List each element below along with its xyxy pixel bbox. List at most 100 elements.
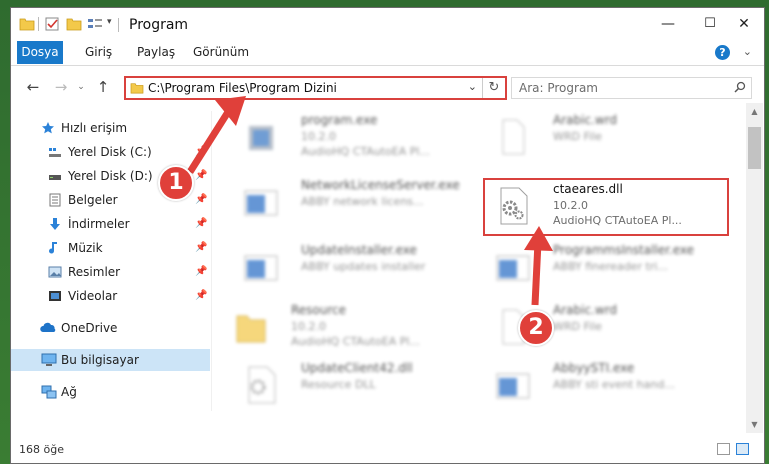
- pane-divider[interactable]: [211, 111, 212, 411]
- tab-giris[interactable]: Giriş: [77, 41, 120, 64]
- file-icon: [502, 119, 525, 155]
- collapse-ribbon-icon[interactable]: ⌄: [743, 45, 752, 58]
- sidebar-item-downloads[interactable]: İndirmeler 📌: [11, 213, 210, 235]
- pin-icon[interactable]: 📌: [195, 165, 207, 187]
- folder-icon: [19, 18, 35, 31]
- pin-icon[interactable]: 📌: [195, 261, 207, 283]
- sidebar-item-onedrive[interactable]: OneDrive: [11, 317, 210, 339]
- help-button[interactable]: ?: [715, 45, 730, 60]
- sidebar-item-pictures[interactable]: Resimler 📌: [11, 261, 210, 283]
- sidebar-item-disk-c[interactable]: Yerel Disk (C:) 📌: [11, 141, 210, 163]
- sidebar-item-label: İndirmeler: [68, 217, 130, 231]
- file-name: Arabic.wrd: [553, 113, 618, 127]
- scroll-up-icon[interactable]: ▲: [746, 103, 763, 120]
- file-name: NetworkLicenseServer.exe: [301, 178, 460, 192]
- file-description: ABBY finereader tri...: [553, 260, 668, 273]
- file-description: ABBY network licens...: [301, 195, 424, 208]
- sidebar-item-videos[interactable]: Videolar 📌: [11, 285, 210, 307]
- file-highlight-box: [483, 178, 729, 236]
- minimize-button[interactable]: —: [645, 8, 691, 40]
- tab-dosya[interactable]: Dosya: [17, 41, 63, 64]
- sidebar-item-quick-access[interactable]: Hızlı erişim: [11, 117, 210, 139]
- file-item[interactable]: program.exe 10.2.0 AudioHQ CTAutoEA Pl..…: [231, 108, 481, 164]
- file-description: Resource DLL: [301, 378, 376, 391]
- forward-arrow-icon[interactable]: →: [51, 77, 71, 97]
- folder-icon: [130, 83, 144, 94]
- step-badge-2: 2: [518, 310, 554, 346]
- view-menu-icon[interactable]: [87, 17, 103, 31]
- file-item[interactable]: NetworkLicenseServer.exe ABBY network li…: [231, 173, 481, 229]
- exe-icon: [249, 126, 273, 150]
- downloads-icon: [50, 218, 60, 230]
- file-name: Arabic.wrd: [553, 303, 618, 317]
- search-input[interactable]: Ara: Program: [511, 77, 752, 99]
- videos-icon: [49, 291, 61, 301]
- recent-dropdown-icon[interactable]: ⌄: [71, 77, 91, 97]
- address-dropdown-icon[interactable]: ⌄: [468, 80, 477, 93]
- properties-icon[interactable]: [45, 17, 61, 31]
- vertical-scrollbar[interactable]: ▲ ▼: [746, 103, 763, 433]
- file-item[interactable]: UpdateInstaller.exe ABBY updates install…: [231, 238, 481, 294]
- details-view-icon[interactable]: [717, 443, 730, 455]
- star-icon: [42, 122, 54, 134]
- tab-paylas[interactable]: Paylaş: [129, 41, 183, 64]
- back-arrow-icon[interactable]: ←: [23, 77, 43, 97]
- scroll-thumb[interactable]: [748, 127, 761, 169]
- step-badge-1: 1: [158, 165, 194, 201]
- file-item[interactable]: ProgrammsInstaller.exe ABBY finereader t…: [483, 238, 733, 294]
- file-item[interactable]: Resource 10.2.0 AudioHQ CTAutoEA Pl...: [221, 298, 471, 354]
- ribbon-tabs: Dosya Giriş Paylaş Görünüm ⌄ ?: [11, 41, 764, 66]
- search-placeholder: Ara: Program: [519, 81, 598, 95]
- address-path[interactable]: C:\Program Files\Program Dizini: [148, 81, 337, 95]
- app-window-icon: [496, 373, 530, 399]
- navigation-bar: ← → ⌄ ↑ C:\Program Files\Program Dizini …: [11, 74, 764, 102]
- title-bar: ▾ Program — ☐ ✕: [11, 8, 764, 41]
- computer-icon: [41, 353, 57, 366]
- file-name: UpdateInstaller.exe: [301, 243, 417, 257]
- address-bar[interactable]: C:\Program Files\Program Dizini ⌄ ↻: [124, 76, 507, 100]
- file-type: WRD File: [553, 320, 602, 333]
- file-item[interactable]: Arabic.wrd WRD File: [483, 108, 733, 164]
- pin-icon[interactable]: 📌: [195, 285, 207, 307]
- file-type: WRD File: [553, 130, 602, 143]
- documents-icon: [49, 193, 61, 207]
- dropdown-arrow-icon[interactable]: ▾: [107, 17, 112, 27]
- file-version: 10.2.0: [301, 130, 336, 143]
- tab-gorunum[interactable]: Görünüm: [185, 41, 257, 64]
- file-item[interactable]: AbbyySTI.exe ABBY sti event hand...: [483, 356, 733, 408]
- file-item[interactable]: UpdateClient42.dll Resource DLL: [231, 356, 481, 408]
- file-name: ProgrammsInstaller.exe: [553, 243, 695, 257]
- sidebar-item-label: Bu bilgisayar: [61, 353, 139, 367]
- sidebar-item-this-pc[interactable]: Bu bilgisayar: [11, 349, 210, 371]
- pin-icon[interactable]: 📌: [195, 189, 207, 211]
- up-arrow-icon[interactable]: ↑: [93, 77, 113, 97]
- sidebar-item-network[interactable]: Ağ: [11, 381, 210, 403]
- new-folder-icon[interactable]: [66, 17, 82, 31]
- sidebar-item-label: Videolar: [68, 289, 118, 303]
- status-bar: 168 öğe: [11, 435, 764, 463]
- sidebar-item-label: Yerel Disk (C:): [68, 145, 152, 159]
- sidebar-item-music[interactable]: Müzik 📌: [11, 237, 210, 259]
- network-icon: [41, 385, 57, 399]
- file-name: AbbyySTI.exe: [553, 361, 635, 375]
- pin-icon[interactable]: 📌: [195, 141, 207, 163]
- pin-icon[interactable]: 📌: [195, 213, 207, 235]
- file-description: ABBY updates installer: [301, 260, 426, 273]
- file-name: Resource: [291, 303, 347, 317]
- item-count: 168 öğe: [19, 443, 64, 456]
- sidebar-item-label: Müzik: [68, 241, 103, 255]
- onedrive-icon: [40, 322, 56, 332]
- explorer-window: ▾ Program — ☐ ✕ Dosya Giriş Paylaş Görün…: [10, 7, 765, 464]
- sidebar-item-label: Resimler: [68, 265, 121, 279]
- search-icon[interactable]: [734, 81, 746, 93]
- file-description: AudioHQ CTAutoEA Pl...: [291, 335, 420, 348]
- window-title: Program: [129, 17, 189, 33]
- refresh-icon[interactable]: ↻: [482, 78, 505, 98]
- close-button[interactable]: ✕: [721, 8, 767, 40]
- scroll-down-icon[interactable]: ▼: [746, 416, 763, 433]
- pin-icon[interactable]: 📌: [195, 237, 207, 259]
- app-window-icon: [244, 255, 278, 281]
- large-icons-view-icon[interactable]: [736, 443, 749, 455]
- dll-gear-icon: [248, 366, 276, 404]
- sidebar-item-label: Belgeler: [68, 193, 118, 207]
